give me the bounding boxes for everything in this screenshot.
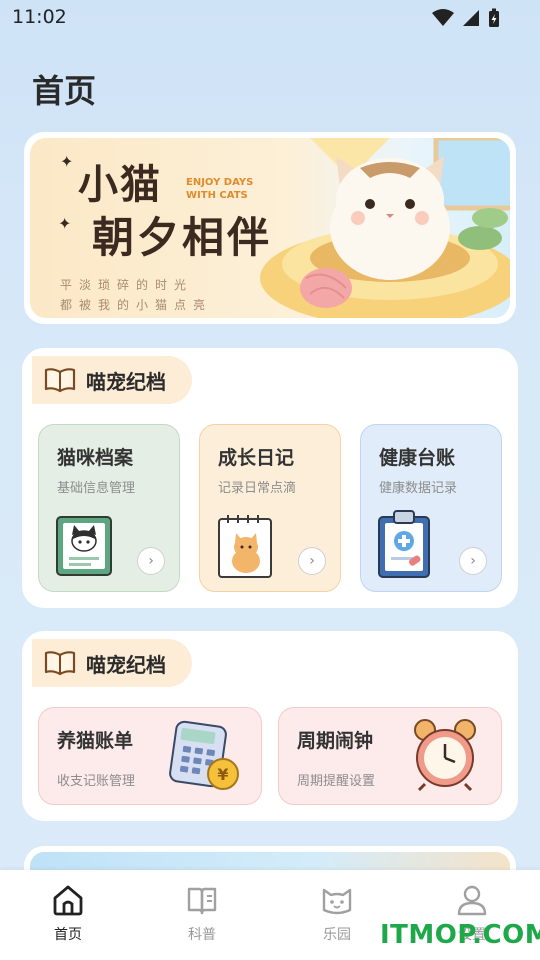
card-subtitle: 健康数据记录 [379, 481, 458, 496]
status-icons [432, 8, 500, 28]
open-book-icon [44, 651, 76, 676]
svg-text:¥: ¥ [217, 765, 228, 784]
banner-title-line1: 小猫 [78, 162, 162, 208]
banner-subtitle-line1: 平淡琐碎的时光 [60, 278, 194, 292]
cat-profile-card[interactable]: 猫咪档案 基础信息管理 › [38, 424, 180, 592]
chevron-right-icon[interactable]: › [298, 547, 326, 575]
health-ledger-card[interactable]: 健康台账 健康数据记录 › [360, 424, 502, 592]
card-title: 猫咪档案 [57, 447, 134, 469]
hero-banner-image: ✦ ✦ 小猫 ENJOY DAYS WITH CATS 朝夕相伴 平淡琐碎的时光… [30, 138, 510, 318]
archive-section: 喵宠纪档 猫咪档案 基础信息管理 › 成长日记 记录日常点滴 › 健康台账 健康… [22, 348, 518, 608]
section-header: 喵宠纪档 [32, 639, 192, 687]
tab-home[interactable]: 首页 [28, 884, 108, 944]
book-icon [187, 887, 217, 915]
section-title: 喵宠纪档 [86, 652, 166, 677]
user-icon [457, 885, 487, 916]
card-subtitle: 周期提醒设置 [297, 774, 376, 789]
tab-paradise[interactable]: 乐园 [297, 884, 377, 944]
cat-illustration [260, 138, 510, 318]
card-subtitle: 基础信息管理 [57, 481, 136, 496]
card-title: 健康台账 [379, 447, 456, 469]
card-subtitle: 记录日常点滴 [218, 481, 297, 496]
cat-bills-card[interactable]: 养猫账单 收支记账管理 ¥ [38, 707, 262, 805]
cat-diary-notebook-icon [218, 515, 272, 578]
card-title: 周期闹钟 [297, 730, 374, 752]
status-bar: 11:02 [0, 0, 540, 36]
alarm-clock-icon [414, 719, 476, 792]
cat-face-icon [322, 888, 352, 915]
tab-science[interactable]: 科普 [162, 884, 242, 944]
battery-icon [489, 8, 499, 27]
home-icon [53, 885, 83, 916]
tab-label: 乐园 [323, 927, 351, 943]
sparkle-icon: ✦ [58, 214, 72, 233]
tools-section: 喵宠纪档 养猫账单 收支记账管理 ¥ 周期闹钟 周期提醒设置 [22, 631, 518, 821]
calculator-coin-icon: ¥ [169, 720, 239, 790]
tab-label: 科普 [188, 927, 216, 943]
growth-diary-card[interactable]: 成长日记 记录日常点滴 › [199, 424, 341, 592]
status-time: 11:02 [12, 6, 67, 28]
sparkle-icon: ✦ [60, 152, 74, 171]
cat-profile-card-icon [56, 516, 112, 576]
chevron-right-icon[interactable]: › [459, 547, 487, 575]
tab-label: 首页 [54, 927, 82, 943]
card-subtitle: 收支记账管理 [57, 774, 136, 789]
card-title: 养猫账单 [57, 730, 134, 752]
wifi-icon [432, 9, 454, 26]
signal-icon [463, 10, 479, 26]
card-title: 成长日记 [218, 447, 295, 469]
medical-clipboard-icon [378, 510, 430, 578]
site-watermark: ITMOP.COM [380, 920, 540, 950]
chevron-right-icon[interactable]: › [137, 547, 165, 575]
hero-banner[interactable]: ✦ ✦ 小猫 ENJOY DAYS WITH CATS 朝夕相伴 平淡琐碎的时光… [24, 132, 516, 324]
page-title: 首页 [32, 72, 97, 110]
open-book-icon [44, 368, 76, 393]
section-header: 喵宠纪档 [32, 356, 192, 404]
cycle-alarm-card[interactable]: 周期闹钟 周期提醒设置 [278, 707, 502, 805]
banner-subtitle-line2: 都被我的小猫点亮 [60, 298, 213, 312]
section-title: 喵宠纪档 [86, 369, 166, 394]
